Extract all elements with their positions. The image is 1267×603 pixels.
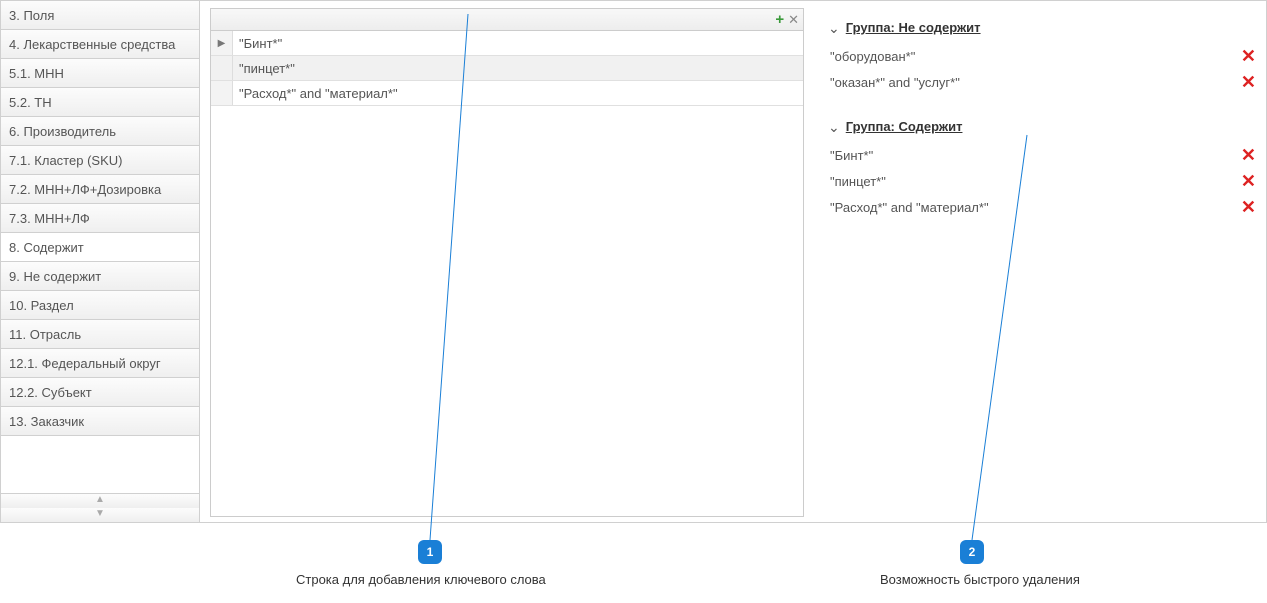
sidebar-item[interactable]: 7.1. Кластер (SKU) <box>1 146 199 175</box>
sidebar-item[interactable]: 4. Лекарственные средства <box>1 30 199 59</box>
keyword-table: ▶"Бинт*""пинцет*""Расход*" and "материал… <box>211 31 803 106</box>
annotation-badge-1: 1 <box>418 540 442 564</box>
group-title: Группа: Содержит <box>846 119 963 134</box>
sidebar-item[interactable]: 13. Заказчик <box>1 407 199 436</box>
group-item-text: "Расход*" and "материал*" <box>830 200 989 215</box>
delete-item-icon[interactable]: ✕ <box>1241 172 1256 190</box>
sidebar-item[interactable]: 5.2. ТН <box>1 88 199 117</box>
app-frame: 3. Поля4. Лекарственные средства5.1. МНН… <box>0 0 1267 523</box>
close-panel-icon[interactable]: ✕ <box>788 13 799 26</box>
group-header[interactable]: ⌄ Группа: Не содержит <box>828 20 1260 35</box>
group-item-text: "оборудован*" <box>830 49 915 64</box>
keyword-row[interactable]: "пинцет*" <box>211 56 803 81</box>
row-indicator-icon <box>211 81 233 105</box>
keyword-row[interactable]: "Расход*" and "материал*" <box>211 81 803 106</box>
annotation-text-2: Возможность быстрого удаления <box>880 572 1080 587</box>
sidebar-item[interactable]: 9. Не содержит <box>1 262 199 291</box>
group-item-text: "Бинт*" <box>830 148 873 163</box>
sidebar: 3. Поля4. Лекарственные средства5.1. МНН… <box>1 1 200 522</box>
group-header[interactable]: ⌄ Группа: Содержит <box>828 119 1260 134</box>
delete-item-icon[interactable]: ✕ <box>1241 47 1256 65</box>
groups-panel: ⌄Группа: Не содержит"оборудован*"✕"оказа… <box>820 8 1260 517</box>
group-title: Группа: Не содержит <box>846 20 981 35</box>
group-item: "оказан*" and "услуг*" ✕ <box>828 69 1260 95</box>
row-indicator-icon <box>211 56 233 80</box>
sidebar-item[interactable]: 7.2. МНН+ЛФ+Дозировка <box>1 175 199 204</box>
sidebar-item[interactable]: 12.2. Субъект <box>1 378 199 407</box>
delete-item-icon[interactable]: ✕ <box>1241 198 1256 216</box>
keyword-cell[interactable]: "пинцет*" <box>233 56 803 80</box>
sidebar-item[interactable]: 3. Поля <box>1 1 199 30</box>
delete-item-icon[interactable]: ✕ <box>1241 146 1256 164</box>
annotation-text-1: Строка для добавления ключевого слова <box>296 572 546 587</box>
sidebar-item[interactable]: 8. Содержит <box>1 233 199 262</box>
group-item-text: "пинцет*" <box>830 174 886 189</box>
add-keyword-icon[interactable]: + <box>775 12 784 27</box>
delete-item-icon[interactable]: ✕ <box>1241 73 1256 91</box>
keyword-editor-panel: + ✕ ▶"Бинт*""пинцет*""Расход*" and "мате… <box>210 8 804 517</box>
keyword-cell[interactable]: "Расход*" and "материал*" <box>233 81 803 105</box>
group-item: "оборудован*" ✕ <box>828 43 1260 69</box>
scroll-up-button[interactable]: ▲ <box>1 494 199 508</box>
sidebar-item[interactable]: 12.1. Федеральный округ <box>1 349 199 378</box>
group-item: "Расход*" and "материал*" ✕ <box>828 194 1260 220</box>
sidebar-item[interactable]: 5.1. МНН <box>1 59 199 88</box>
group-item-text: "оказан*" and "услуг*" <box>830 75 960 90</box>
scroll-down-button[interactable]: ▼ <box>1 508 199 522</box>
sidebar-item[interactable]: 10. Раздел <box>1 291 199 320</box>
sidebar-item[interactable]: 6. Производитель <box>1 117 199 146</box>
group-item: "Бинт*" ✕ <box>828 142 1260 168</box>
row-indicator-icon: ▶ <box>211 31 233 55</box>
sidebar-item[interactable]: 11. Отрасль <box>1 320 199 349</box>
sidebar-spacer <box>1 436 199 494</box>
chevron-down-icon: ⌄ <box>828 21 840 35</box>
keyword-row[interactable]: ▶"Бинт*" <box>211 31 803 56</box>
sidebar-item[interactable]: 7.3. МНН+ЛФ <box>1 204 199 233</box>
chevron-down-icon: ⌄ <box>828 120 840 134</box>
keyword-editor-header: + ✕ <box>211 9 803 31</box>
group-item: "пинцет*" ✕ <box>828 168 1260 194</box>
keyword-cell[interactable]: "Бинт*" <box>233 31 803 55</box>
annotation-badge-2: 2 <box>960 540 984 564</box>
